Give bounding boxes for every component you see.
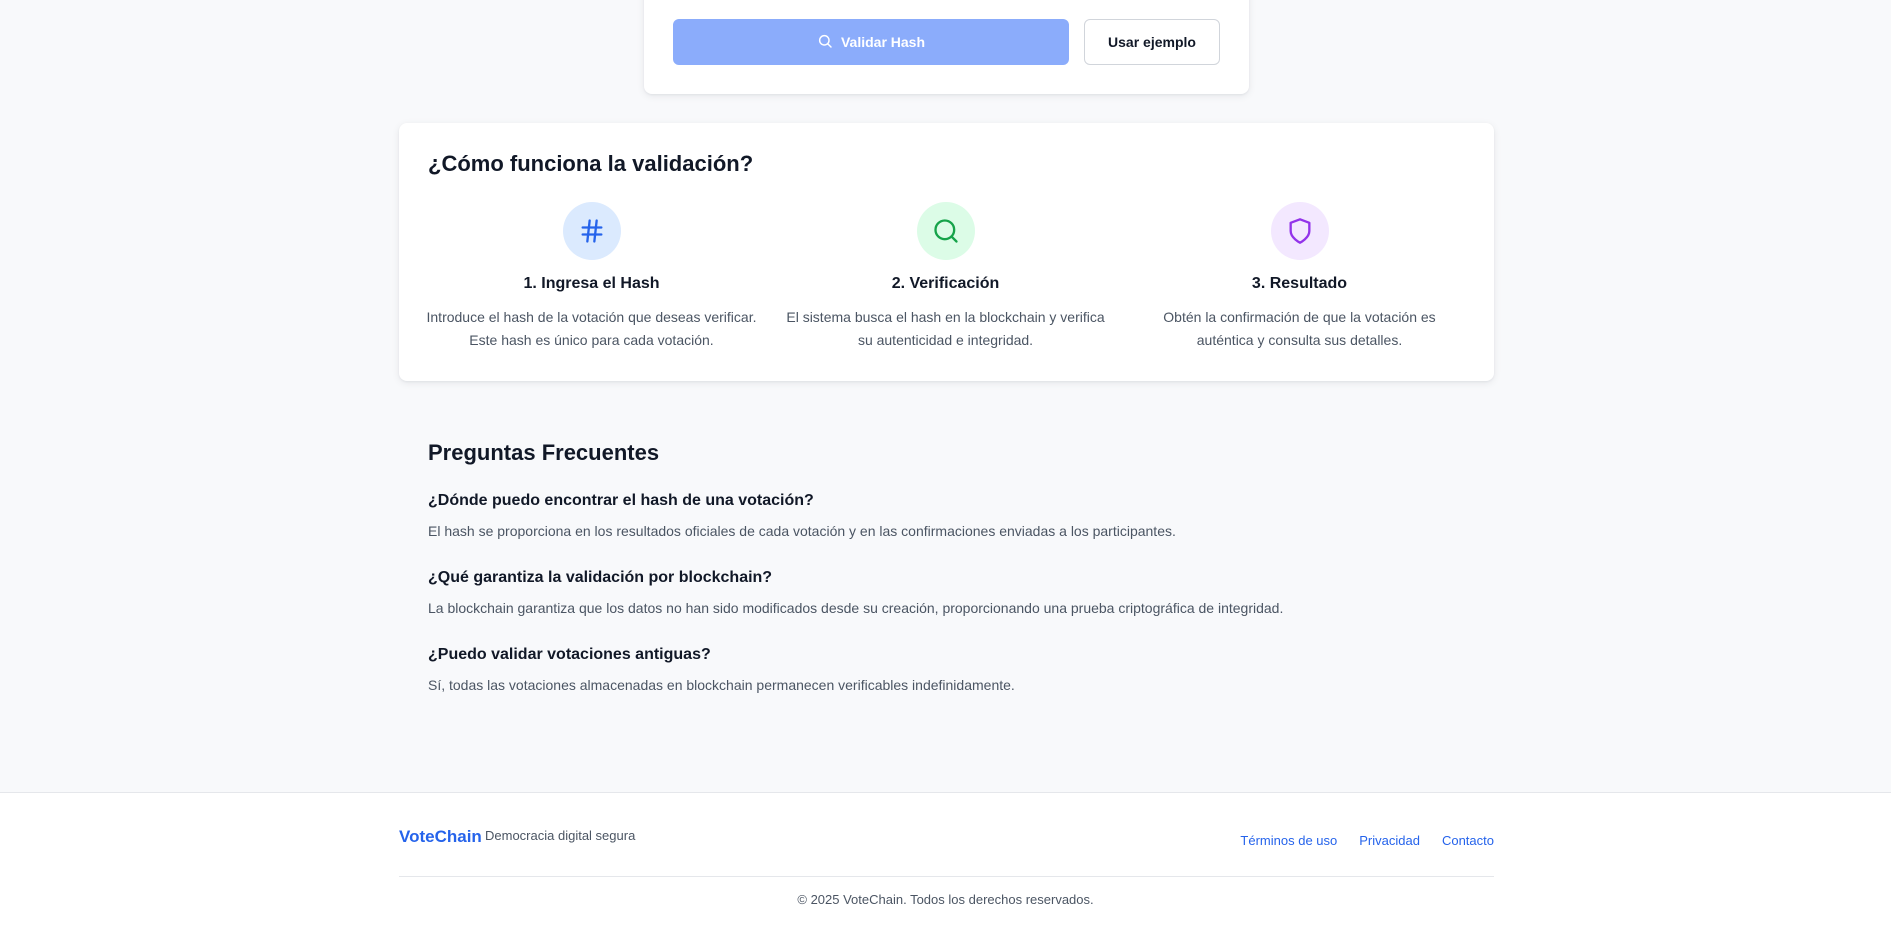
use-example-button[interactable]: Usar ejemplo: [1084, 19, 1220, 65]
faq-title: Preguntas Frecuentes: [428, 440, 660, 465]
footer-tagline: Democracia digital segura: [485, 828, 636, 843]
footer-link-privacy[interactable]: Privacidad: [1359, 833, 1420, 848]
step-description: El sistema busca el hash en la blockchai…: [786, 309, 1105, 348]
footer-brand-logo[interactable]: VoteChain: [399, 827, 482, 847]
search-icon: [817, 33, 833, 52]
faq-item: ¿Qué garantiza la validación por blockch…: [428, 569, 1283, 616]
step-title: 2. Verificación: [891, 275, 1000, 292]
faq-item: ¿Puedo validar votaciones antiguas? Sí, …: [428, 646, 1015, 693]
faq-answer: Sí, todas las votaciones almacenadas en …: [428, 677, 1015, 693]
step-title: 1. Ingresa el Hash: [523, 275, 660, 292]
validate-hash-button[interactable]: Validar Hash: [673, 19, 1069, 65]
faq-answer: El hash se proporciona en los resultados…: [428, 523, 1176, 539]
validate-card: Validar Hash Usar ejemplo: [644, 0, 1249, 94]
step-description: Introduce el hash de la votación que des…: [426, 309, 757, 348]
validate-hash-label: Validar Hash: [840, 34, 926, 50]
footer-links: Términos de uso Privacidad Contacto: [1240, 833, 1494, 848]
how-it-works-title: ¿Cómo funciona la validación?: [428, 151, 754, 176]
copyright: © 2025 VoteChain. Todos los derechos res…: [797, 892, 1094, 907]
faq-question: ¿Dónde puedo encontrar el hash de una vo…: [428, 492, 814, 509]
step-1: 1. Ingresa el Hash Introduce el hash de …: [415, 202, 768, 352]
footer: VoteChain Democracia digital segura Térm…: [0, 792, 1891, 932]
step-2: 2. Verificación El sistema busca el hash…: [769, 202, 1122, 352]
footer-link-contact[interactable]: Contacto: [1442, 833, 1494, 848]
faq-answer: La blockchain garantiza que los datos no…: [428, 600, 1284, 616]
step-title: 3. Resultado: [1251, 275, 1348, 292]
how-it-works-card: ¿Cómo funciona la validación? 1. Ingresa…: [399, 123, 1494, 381]
faq-item: ¿Dónde puedo encontrar el hash de una vo…: [428, 492, 1176, 539]
step-description: Obtén la confirmación de que la votación…: [1163, 309, 1436, 348]
step-3: 3. Resultado Obtén la confirmación de qu…: [1123, 202, 1476, 352]
faq-question: ¿Qué garantiza la validación por blockch…: [428, 569, 773, 586]
shield-icon: [1270, 202, 1329, 260]
footer-link-terms[interactable]: Términos de uso: [1240, 833, 1337, 848]
search-icon: [916, 202, 975, 260]
faq-question: ¿Puedo validar votaciones antiguas?: [428, 646, 711, 663]
hash-icon: [562, 202, 621, 260]
footer-divider: [399, 876, 1494, 877]
